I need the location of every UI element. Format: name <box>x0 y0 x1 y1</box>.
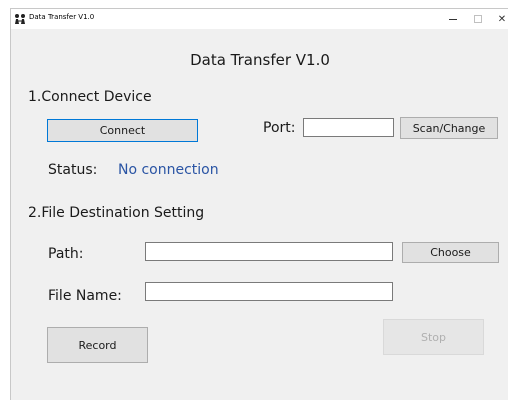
filename-input[interactable] <box>145 282 393 301</box>
record-button[interactable]: Record <box>47 327 148 363</box>
port-input[interactable] <box>303 118 394 137</box>
screen: Data Transfer V1.0 ✕ Data Transfer V1.0 … <box>0 0 508 400</box>
scan-change-button[interactable]: Scan/Change <box>400 117 498 139</box>
connect-section-title: 1.Connect Device <box>28 89 152 105</box>
filename-label: File Name: <box>48 288 122 304</box>
title-bar[interactable]: Data Transfer V1.0 ✕ <box>11 9 508 29</box>
path-input[interactable] <box>145 242 393 261</box>
path-label: Path: <box>48 246 84 262</box>
status-value: No connection <box>118 162 219 178</box>
port-label: Port: <box>263 120 296 136</box>
maximize-icon <box>474 15 482 23</box>
minimize-icon <box>449 18 457 20</box>
window-title: Data Transfer V1.0 <box>29 13 95 21</box>
app-icon <box>15 14 25 24</box>
choose-button[interactable]: Choose <box>402 242 499 263</box>
app-window: Data Transfer V1.0 ✕ Data Transfer V1.0 … <box>10 8 508 400</box>
destination-section-title: 2.File Destination Setting <box>28 205 205 221</box>
close-button[interactable]: ✕ <box>487 9 508 29</box>
status-label: Status: <box>48 162 98 178</box>
close-icon: ✕ <box>497 13 507 25</box>
app-heading: Data Transfer V1.0 <box>190 51 330 69</box>
stop-button[interactable]: Stop <box>383 319 484 355</box>
connect-button[interactable]: Connect <box>47 119 198 142</box>
